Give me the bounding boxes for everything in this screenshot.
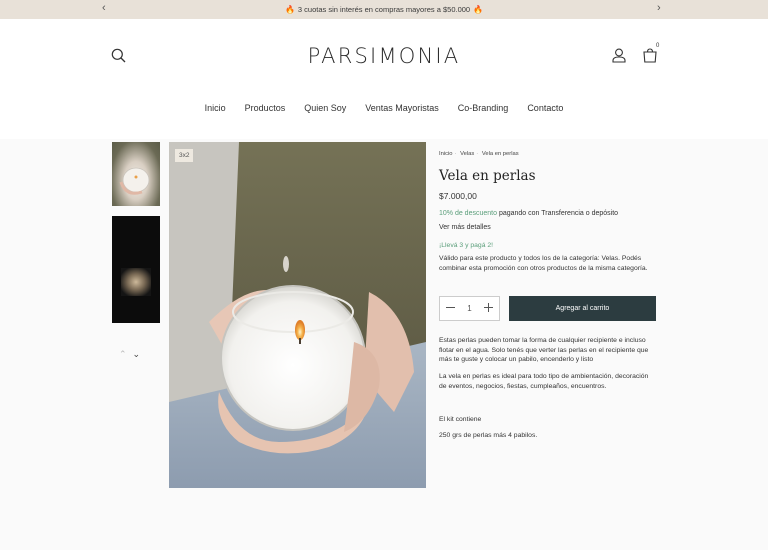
quantity-stepper[interactable]: 1: [439, 296, 500, 321]
breadcrumb: Inicio · Velas · Vela en perlas: [439, 151, 519, 157]
fire-icon: 🔥: [473, 5, 484, 14]
announcement-text: 3 cuotas sin interés en compras mayores …: [297, 5, 471, 14]
cart-icon[interactable]: [643, 48, 657, 68]
discount-info: 10% de descuento pagando con Transferenc…: [439, 210, 618, 217]
nav-item-ventas-mayoristas[interactable]: Ventas Mayoristas: [365, 103, 439, 113]
breadcrumb-inicio[interactable]: Inicio: [439, 151, 453, 157]
add-to-cart-button[interactable]: Agregar al carrito: [509, 296, 656, 321]
nav-item-quien-soy[interactable]: Quien Soy: [304, 103, 346, 113]
thumbnail-nav: ⌃ ⌄: [119, 349, 140, 360]
nav-item-co-branding[interactable]: Co-Branding: [458, 103, 509, 113]
quantity-value[interactable]: 1: [467, 304, 471, 313]
user-icon[interactable]: [612, 48, 626, 68]
breadcrumb-velas[interactable]: Velas: [460, 151, 474, 157]
fire-icon: 🔥: [284, 5, 295, 14]
announcement-prev-icon[interactable]: ‹: [102, 2, 106, 14]
product-section: ⌃ ⌄ 3x2 Inicio · Velas · Vela en perlas …: [0, 139, 768, 550]
discount-text: pagando con Transferencia o depósito: [497, 210, 619, 217]
thumbnail-up-icon[interactable]: ⌃: [119, 349, 127, 359]
nav-item-productos[interactable]: Productos: [245, 103, 286, 113]
site-header: PARSIMONIA 0 Inicio Productos Quien Soy …: [0, 19, 768, 139]
announcement-next-icon[interactable]: ›: [657, 2, 661, 14]
description-paragraph: 250 grs de perlas más 4 pabilos.: [439, 432, 538, 439]
description-paragraph: Estas perlas pueden tomar la forma de cu…: [439, 337, 649, 364]
plus-icon[interactable]: [483, 303, 493, 314]
promo-title: ¡Llevá 3 y pagá 2!: [439, 242, 494, 249]
product-price: $7.000,00: [439, 191, 477, 201]
promo-badge: 3x2: [175, 149, 194, 162]
breadcrumb-current: Vela en perlas: [481, 151, 519, 157]
nav-item-contacto[interactable]: Contacto: [527, 103, 563, 113]
main-nav: Inicio Productos Quien Soy Ventas Mayori…: [0, 103, 768, 113]
thumbnail-down-icon[interactable]: ⌄: [133, 349, 141, 359]
details-link[interactable]: Ver más detalles: [439, 224, 491, 231]
cart-count-badge: 0: [656, 43, 660, 49]
promo-description: Válido para este producto y todos los de…: [439, 255, 648, 272]
product-thumbnail-1[interactable]: [112, 142, 160, 206]
product-main-image[interactable]: [169, 142, 426, 488]
discount-highlight: 10% de descuento: [439, 210, 497, 217]
minus-icon[interactable]: [446, 303, 455, 314]
product-title: Vela en perlas: [439, 168, 536, 184]
announcement-bar: ‹ 🔥 3 cuotas sin interés en compras mayo…: [0, 0, 768, 19]
nav-item-inicio[interactable]: Inicio: [205, 103, 226, 113]
product-thumbnail-2[interactable]: [112, 216, 160, 323]
thumbnail-candle-image: [121, 268, 151, 296]
description-paragraph: La vela en perlas es ideal para todo tip…: [439, 373, 649, 390]
description-paragraph: El kit contiene: [439, 416, 482, 423]
